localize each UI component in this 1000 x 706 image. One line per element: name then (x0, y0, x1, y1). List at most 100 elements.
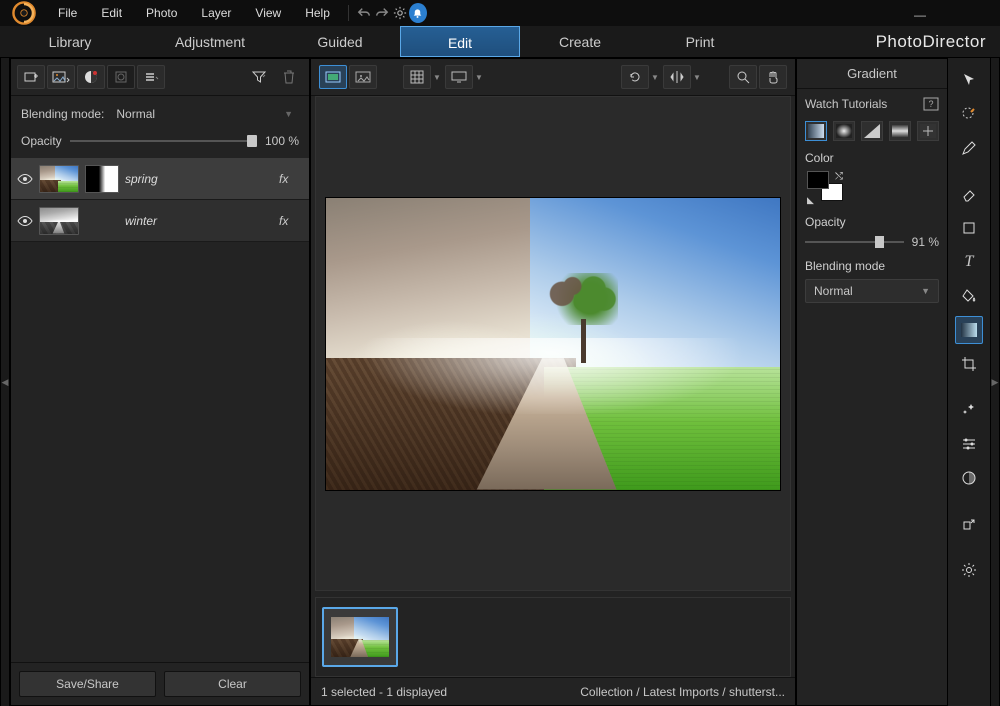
opacity-row: Opacity 100 % (11, 132, 309, 158)
layers-panel-footer: Save/Share Clear (11, 662, 309, 705)
tab-create[interactable]: Create (520, 26, 640, 57)
layer-thumbnail (39, 207, 79, 235)
rotate-button[interactable] (621, 65, 649, 89)
blur-tool[interactable] (955, 464, 983, 492)
fill-tool[interactable] (955, 282, 983, 310)
text-tool[interactable]: T (955, 248, 983, 276)
layers-list: spring fx winter fx (11, 158, 309, 662)
chevron-down-icon[interactable]: ▼ (431, 73, 443, 82)
tab-edit[interactable]: Edit (400, 26, 520, 57)
layer-mask-thumbnail (85, 165, 119, 193)
add-image-layer-button[interactable] (47, 65, 75, 89)
menu-layer[interactable]: Layer (189, 0, 243, 26)
gradient-radial-button[interactable] (833, 121, 855, 141)
layer-row[interactable]: spring fx (11, 158, 309, 200)
watch-tutorials-link[interactable]: Watch Tutorials ? (805, 97, 939, 111)
menubar: File Edit Photo Layer View Help ? — ✕ (0, 0, 1000, 26)
swap-colors-icon[interactable]: ⤭ (835, 171, 843, 182)
opacity-slider[interactable] (70, 134, 257, 148)
minimize-button[interactable]: — (910, 5, 930, 25)
svg-text:?: ? (928, 99, 933, 109)
save-share-button[interactable]: Save/Share (19, 671, 156, 697)
selection-tool[interactable] (955, 100, 983, 128)
rp-blend-label: Blending mode (805, 259, 939, 273)
add-mask-button[interactable] (77, 65, 105, 89)
blend-mode-dropdown[interactable]: Normal ▼ (110, 104, 299, 124)
tab-guided[interactable]: Guided (280, 26, 400, 57)
layer-name[interactable]: winter (125, 214, 273, 228)
undo-icon[interactable] (355, 4, 373, 22)
menu-help[interactable]: Help (293, 0, 342, 26)
chevron-down-icon[interactable]: ▼ (691, 73, 703, 82)
right-edge-handle[interactable]: ▶ (990, 58, 1000, 706)
effects-tool[interactable] (955, 396, 983, 424)
layers-panel: Blending mode: Normal ▼ Opacity 100 % (10, 58, 310, 706)
rp-opacity-slider[interactable]: 91 % (805, 235, 939, 249)
canvas[interactable] (315, 96, 791, 591)
clear-button[interactable]: Clear (164, 671, 301, 697)
layer-options-button[interactable] (137, 65, 165, 89)
foreground-color-swatch[interactable] (807, 171, 829, 189)
color-swatches[interactable]: ⤭ ◣ (807, 171, 851, 205)
gradient-type-row (805, 121, 939, 141)
blend-mode-row: Blending mode: Normal ▼ (11, 96, 309, 132)
layer-fx-icon[interactable]: fx (279, 214, 303, 228)
default-colors-icon[interactable]: ◣ (807, 195, 814, 206)
delete-layer-button[interactable] (275, 65, 303, 89)
redo-icon[interactable] (373, 4, 391, 22)
blend-mode-label: Blending mode: (21, 107, 104, 121)
brand-label: PhotoDirector (862, 26, 1000, 57)
grid-button[interactable] (403, 65, 431, 89)
rp-opacity-label: Opacity (805, 215, 939, 229)
compare-view-button[interactable] (349, 65, 377, 89)
settings-tool[interactable] (955, 556, 983, 584)
chevron-down-icon[interactable]: ▼ (649, 73, 661, 82)
eraser-tool[interactable] (955, 180, 983, 208)
flip-button[interactable] (663, 65, 691, 89)
rp-blend-dropdown[interactable]: Normal ▼ (805, 279, 939, 303)
adjust-sliders-tool[interactable] (955, 430, 983, 458)
blend-mode-value: Normal (116, 107, 155, 121)
display-button[interactable] (445, 65, 473, 89)
gradient-tool[interactable] (955, 316, 983, 344)
left-edge-handle[interactable]: ◀ (0, 58, 10, 706)
new-layer-button[interactable] (17, 65, 45, 89)
main-area: ◀ Blending mode: Normal ▼ Opacity (0, 58, 1000, 706)
group-layers-button[interactable] (107, 65, 135, 89)
chevron-down-icon[interactable]: ▼ (473, 73, 485, 82)
layer-fx-icon[interactable]: fx (279, 172, 303, 186)
gradient-linear-button[interactable] (805, 121, 827, 141)
single-view-button[interactable] (319, 65, 347, 89)
tab-adjustment[interactable]: Adjustment (140, 26, 280, 57)
transform-tool[interactable] (955, 510, 983, 538)
menu-edit[interactable]: Edit (89, 0, 134, 26)
filmstrip-thumbnail[interactable] (322, 607, 398, 667)
notifications-icon[interactable] (409, 4, 427, 22)
opacity-value: 100 % (265, 134, 299, 148)
menu-file[interactable]: File (46, 0, 89, 26)
layer-row[interactable]: winter fx (11, 200, 309, 242)
pen-tool[interactable] (955, 134, 983, 162)
gradient-reflected-button[interactable] (889, 121, 911, 141)
zoom-button[interactable] (729, 65, 757, 89)
tab-print[interactable]: Print (640, 26, 760, 57)
visibility-toggle[interactable] (17, 171, 33, 187)
gradient-angle-button[interactable] (861, 121, 883, 141)
center-panel: ▼ ▼ ▼ ▼ (310, 58, 796, 706)
viewer-toolbar: ▼ ▼ ▼ ▼ (311, 59, 795, 96)
layer-name[interactable]: spring (125, 172, 273, 186)
menu-photo[interactable]: Photo (134, 0, 189, 26)
pan-button[interactable] (759, 65, 787, 89)
menu-view[interactable]: View (243, 0, 293, 26)
visibility-toggle[interactable] (17, 213, 33, 229)
tab-library[interactable]: Library (0, 26, 140, 57)
shape-tool[interactable] (955, 214, 983, 242)
move-tool[interactable] (955, 66, 983, 94)
filter-layers-button[interactable] (245, 65, 273, 89)
settings-gear-icon[interactable] (391, 4, 409, 22)
chevron-down-icon: ▼ (284, 109, 293, 119)
gradient-diamond-button[interactable] (917, 121, 939, 141)
chevron-down-icon: ▼ (921, 286, 930, 296)
crop-tool[interactable] (955, 350, 983, 378)
status-breadcrumb: Collection / Latest Imports / shutterst.… (580, 685, 785, 699)
